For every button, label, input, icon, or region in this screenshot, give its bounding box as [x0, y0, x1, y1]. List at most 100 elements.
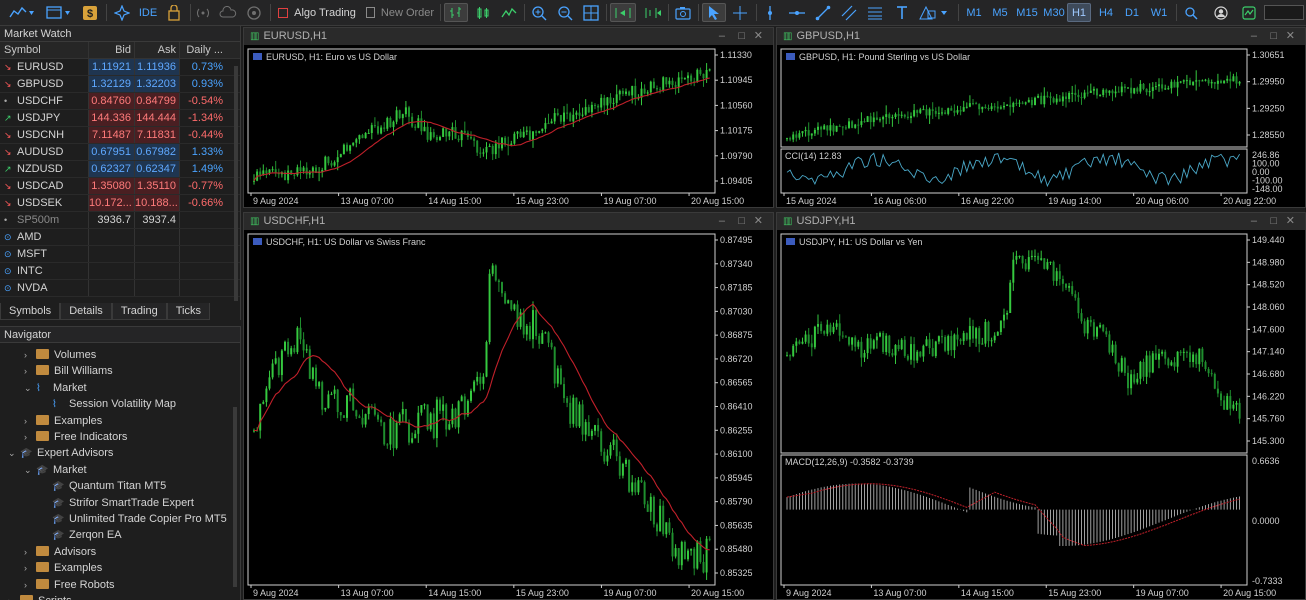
- timeframe-h1[interactable]: H1: [1067, 3, 1091, 22]
- market-watch-row[interactable]: ⊙ MSFT: [0, 246, 240, 263]
- chevron-down-icon[interactable]: ⌄: [24, 380, 36, 396]
- chart-shift-icon[interactable]: [640, 3, 664, 22]
- text-tool-icon[interactable]: [892, 3, 912, 22]
- market-watch-row[interactable]: ↘ AUDUSD 0.67951 0.67982 1.33%: [0, 144, 240, 161]
- chart-window-titlebar[interactable]: ▥ GBPUSD,H1: [777, 28, 1305, 45]
- timeframe-w1[interactable]: W1: [1146, 3, 1172, 22]
- navigator-item[interactable]: › Scripts: [8, 593, 72, 600]
- tile-windows-icon[interactable]: [580, 3, 602, 22]
- chevron-right-icon[interactable]: ›: [24, 544, 36, 560]
- chart-window-gbpusd[interactable]: ▥ GBPUSD,H1– □ ✕ GBPUSD, H1: Pound Sterling …: [776, 27, 1306, 208]
- chart-window-eurusd[interactable]: ▥ EURUSD,H1– □ ✕ EURUSD, H1: Euro vs US Doll…: [243, 27, 774, 208]
- market-watch-row[interactable]: • SP500m 3936.7 3937.4: [0, 212, 240, 229]
- screenshot-icon[interactable]: [672, 3, 694, 22]
- horizontal-line-icon[interactable]: [786, 3, 808, 22]
- market-watch-row[interactable]: ↗ NZDUSD 0.62327 0.62347 1.49%: [0, 161, 240, 178]
- timeframe-d1[interactable]: D1: [1120, 3, 1144, 22]
- chart-canvas[interactable]: GBPUSD, H1: Pound Sterling vs US Dollar 1…: [777, 45, 1305, 207]
- navigator-item[interactable]: › Bill Williams: [24, 363, 113, 379]
- market-watch-row[interactable]: ↗ USDJPY 144.336 144.444 -1.34%: [0, 110, 240, 127]
- timeframe-m15[interactable]: M15: [1013, 3, 1041, 22]
- navigator-item[interactable]: › Free Indicators: [24, 429, 127, 445]
- market-watch-row[interactable]: ⊙ AMD: [0, 229, 240, 246]
- candlestick-icon[interactable]: [472, 3, 494, 22]
- navigator-item[interactable]: › Examples: [24, 560, 102, 576]
- chart-type-icon[interactable]: [8, 3, 36, 22]
- chart-canvas[interactable]: USDCHF, H1: US Dollar vs Swiss Franc 0.87…: [244, 230, 773, 599]
- column-symbol[interactable]: Symbol: [0, 42, 89, 58]
- chart-window-titlebar[interactable]: ▥ EURUSD,H1: [244, 28, 773, 45]
- tab-trading[interactable]: Trading: [111, 303, 167, 320]
- navigator-item[interactable]: › Free Robots: [24, 577, 115, 593]
- algo-trading-button[interactable]: Algo Trading: [276, 3, 358, 22]
- chart-window-usdjpy[interactable]: ▥ USDJPY,H1– □ ✕ USDJPY, H1: US Dollar vs Ye…: [776, 212, 1306, 600]
- market-watch-row[interactable]: ⊙ NVDA: [0, 280, 240, 297]
- navigator-item[interactable]: 🎓 Quantum Titan MT5: [40, 478, 166, 494]
- search-icon[interactable]: [1182, 3, 1200, 22]
- cloud-icon[interactable]: [218, 3, 238, 22]
- signal-icon[interactable]: [194, 3, 212, 22]
- crosshair-icon[interactable]: [730, 3, 750, 22]
- account-icon[interactable]: [1212, 3, 1230, 22]
- chart-canvas[interactable]: USDJPY, H1: US Dollar vs Yen 149.440 148.9…: [777, 230, 1305, 599]
- trendline-icon[interactable]: [812, 3, 834, 22]
- market-watch-scrollbar[interactable]: [234, 66, 238, 301]
- shapes-icon[interactable]: [916, 3, 952, 22]
- timeframe-m5[interactable]: M5: [988, 3, 1012, 22]
- market-watch-row[interactable]: ↘ USDSEK 10.172... 10.188... -0.66%: [0, 195, 240, 212]
- zoom-in-icon[interactable]: [528, 3, 550, 22]
- navigator-item[interactable]: ⌄ 🎓 Expert Advisors: [8, 445, 113, 461]
- market-watch-row[interactable]: ↘ GBPUSD 1.32129 1.32203 0.93%: [0, 76, 240, 93]
- maximize-icon[interactable]: □: [1270, 28, 1277, 45]
- close-icon[interactable]: ✕: [1286, 213, 1295, 230]
- chevron-down-icon[interactable]: ⌄: [24, 462, 36, 478]
- navigator-item[interactable]: › Examples: [24, 413, 102, 429]
- navigator-item[interactable]: ⌇ Session Volatility Map: [40, 396, 176, 412]
- minimize-icon[interactable]: –: [719, 28, 725, 45]
- market-watch-row[interactable]: ⊙ INTC: [0, 263, 240, 280]
- tab-ticks[interactable]: Ticks: [166, 303, 210, 320]
- minimize-icon[interactable]: –: [719, 213, 725, 230]
- tab-details[interactable]: Details: [60, 303, 112, 320]
- maximize-icon[interactable]: □: [738, 28, 745, 45]
- chart-window-usdchf[interactable]: ▥ USDCHF,H1– □ ✕ USDCHF, H1: US Dollar vs Sw…: [243, 212, 774, 600]
- column-ask[interactable]: Ask: [135, 42, 180, 58]
- chevron-right-icon[interactable]: ›: [24, 560, 36, 576]
- market-bag-icon[interactable]: [164, 3, 184, 22]
- close-icon[interactable]: ✕: [754, 213, 763, 230]
- navigator-item[interactable]: › Volumes: [24, 347, 96, 363]
- minimize-icon[interactable]: –: [1251, 213, 1257, 230]
- timeframe-m30[interactable]: M30: [1040, 3, 1068, 22]
- line-chart-icon[interactable]: [498, 3, 520, 22]
- fibonacci-icon[interactable]: [864, 3, 886, 22]
- market-watch-row[interactable]: ↘ USDCNH 7.11487 7.11831 -0.44%: [0, 127, 240, 144]
- auto-scroll-icon[interactable]: [610, 3, 636, 22]
- minimize-icon[interactable]: –: [1251, 28, 1257, 45]
- navigator-item[interactable]: 🎓 Strifor SmartTrade Expert: [40, 495, 194, 511]
- bar-chart-icon[interactable]: [444, 3, 468, 22]
- column-bid[interactable]: Bid: [89, 42, 135, 58]
- market-watch-row[interactable]: ↘ USDCAD 1.35080 1.35110 -0.77%: [0, 178, 240, 195]
- vps-icon[interactable]: [244, 3, 264, 22]
- chevron-right-icon[interactable]: ›: [24, 363, 36, 379]
- tab-symbols[interactable]: Symbols: [0, 303, 61, 320]
- chevron-right-icon[interactable]: ›: [24, 413, 36, 429]
- navigator-item[interactable]: › Advisors: [24, 544, 96, 560]
- dollar-icon[interactable]: $: [80, 3, 100, 22]
- market-watch-row[interactable]: • USDCHF 0.84760 0.84799 -0.54%: [0, 93, 240, 110]
- cursor-icon[interactable]: [702, 3, 726, 22]
- new-order-button[interactable]: New Order: [364, 3, 436, 22]
- mql5-icon[interactable]: [1240, 3, 1258, 22]
- chevron-down-icon[interactable]: ⌄: [8, 445, 20, 461]
- maximize-icon[interactable]: □: [738, 213, 745, 230]
- quick-search-input[interactable]: [1264, 5, 1304, 20]
- chevron-right-icon[interactable]: ›: [24, 429, 36, 445]
- column-daily-change[interactable]: Daily ...: [180, 42, 227, 58]
- close-icon[interactable]: ✕: [754, 28, 763, 45]
- chevron-right-icon[interactable]: ›: [8, 593, 20, 600]
- chart-window-titlebar[interactable]: ▥ USDCHF,H1: [244, 213, 773, 230]
- vertical-line-icon[interactable]: [760, 3, 780, 22]
- navigator-scrollbar[interactable]: [233, 407, 237, 587]
- maximize-icon[interactable]: □: [1270, 213, 1277, 230]
- metaeditor-icon[interactable]: [112, 3, 132, 22]
